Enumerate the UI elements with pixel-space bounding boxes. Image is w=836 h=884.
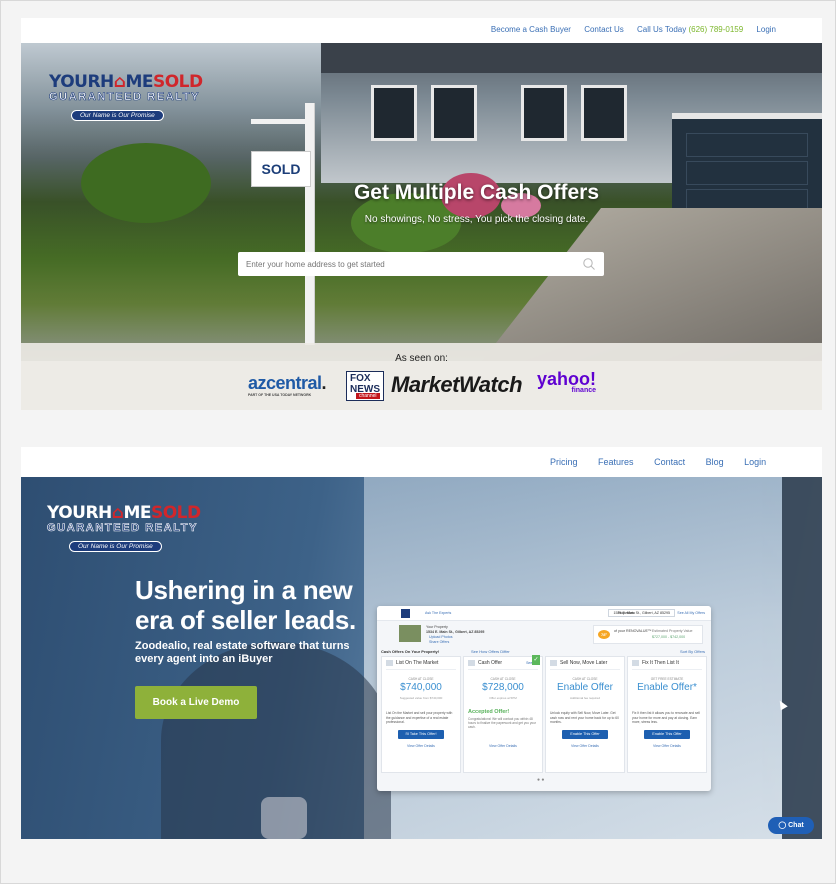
see-all-offers-link[interactable]: See All My Offers	[677, 611, 705, 615]
nav-call-us[interactable]: Call Us Today (626) 789-0159	[637, 25, 743, 34]
value-box: 78° of your RENOVALUE™ Estimated Propert…	[593, 625, 703, 644]
nav-blog[interactable]: Blog	[706, 457, 724, 467]
dashboard-logo	[401, 609, 410, 618]
view-offer-details-link[interactable]: View Offer Details	[464, 744, 542, 748]
share-offers-link[interactable]: Share Offers	[429, 640, 449, 644]
property-info: Your Property 1534 E. Main St., Gilbert,…	[377, 621, 711, 648]
fox-news-logo: FOX NEWS channel	[346, 371, 384, 401]
driveway	[482, 208, 822, 361]
house-o-icon: ⌂	[113, 72, 126, 92]
take-offer-button[interactable]: I'll Take This Offer!	[398, 730, 444, 739]
hero-headline: Get Multiple Cash Offers	[353, 181, 600, 204]
view-offer-details-link[interactable]: View Offer Details	[628, 744, 706, 748]
checkmark-icon: ✓	[532, 655, 540, 665]
zoodealio-site: Pricing Features Contact Blog Login YOUR…	[21, 447, 822, 839]
address-search-box	[238, 252, 604, 276]
nav-pricing[interactable]: Pricing	[550, 457, 578, 467]
chat-button[interactable]: ◯ Chat	[768, 817, 814, 834]
yahoo-finance-logo: yahoo! finance	[537, 369, 597, 394]
property-thumbnail	[399, 625, 421, 642]
hero-banner-2: YOURH⌂MESOLD GUARANTEED REALTY Our Name …	[21, 477, 822, 839]
enable-offer-button[interactable]: Enable This Offer	[562, 730, 608, 739]
site-logo-2[interactable]: YOURH⌂MESOLD GUARANTEED REALTY Our Name …	[47, 504, 207, 553]
nav-features[interactable]: Features	[598, 457, 634, 467]
azcentral-logo: azcentral. PART OF THE USA TODAY NETWORK	[248, 373, 327, 397]
hero-banner: SOLD YOURH⌂MESOLD GUARANTEED REALTY Our …	[21, 43, 822, 361]
nav-contact[interactable]: Contact	[654, 457, 685, 467]
nav-login[interactable]: Login	[756, 25, 776, 34]
hero-subheadline: No showings, No stress, You pick the clo…	[364, 214, 589, 225]
see-how-offers-differ-link[interactable]: See How Offers Differ	[471, 649, 510, 654]
enable-offer-button[interactable]: Enable This Offer	[644, 730, 690, 739]
carousel-dots[interactable]: ● ●	[537, 777, 544, 783]
address-input[interactable]	[238, 252, 584, 276]
marketwatch-logo: MarketWatch	[391, 372, 523, 397]
press-strip: As seen on: azcentral. PART OF THE USA TO…	[21, 343, 822, 410]
view-offer-details-link[interactable]: View Offer Details	[382, 744, 460, 748]
call-label: Call Us Today	[637, 25, 687, 34]
agent-link[interactable]: Ask The Experts	[425, 611, 451, 615]
dashboard-header: Ask The Experts Properties: 1534 E. Main…	[377, 606, 711, 621]
offer-cards: List On The Market CASH AT CLOSE $740,00…	[381, 655, 707, 776]
house-o-icon: ⌂	[111, 503, 124, 523]
cash-offers-site: Become a Cash Buyer Contact Us Call Us T…	[21, 18, 822, 410]
phone-number[interactable]: (626) 789-0159	[688, 25, 743, 34]
search-icon[interactable]	[582, 257, 596, 271]
sort-offers-link[interactable]: Sort By Offers	[680, 649, 705, 654]
upload-photos-link[interactable]: Upload Photos	[429, 635, 453, 639]
hero-subheadline-2: Zoodealio, real estate software that tur…	[135, 640, 350, 665]
dashboard-preview: Ask The Experts Properties: 1534 E. Main…	[377, 606, 711, 791]
offer-card-cash: Cash Offer See All ✓ CASH AT CLOSE $728,…	[463, 655, 543, 773]
offer-card-list: List On The Market CASH AT CLOSE $740,00…	[381, 656, 461, 773]
nav-contact-us[interactable]: Contact Us	[584, 25, 624, 34]
top-nav: Become a Cash Buyer Contact Us Call Us T…	[21, 18, 822, 43]
site-logo[interactable]: YOURH⌂MESOLD GUARANTEED REALTY Our Name …	[49, 73, 204, 122]
coffee-cup	[261, 797, 307, 839]
offer-card-sell-now: Sell Now, Move Later CASH AT CLOSE Enabl…	[545, 656, 625, 773]
offer-card-fix-list: Fix It Then List It GET FREE ESTIMATE En…	[627, 656, 707, 773]
top-nav-2: Pricing Features Contact Blog Login	[21, 447, 822, 477]
view-offer-details-link[interactable]: View Offer Details	[546, 744, 624, 748]
nav-login-2[interactable]: Login	[744, 457, 766, 467]
hero-headline-2: Ushering in a new era of seller leads.	[135, 575, 356, 635]
property-select[interactable]: 1534 E. Main St., Gilbert, AZ 85295	[608, 609, 675, 617]
nav-become-cash-buyer[interactable]: Become a Cash Buyer	[491, 25, 571, 34]
book-demo-button[interactable]: Book a Live Demo	[135, 686, 257, 719]
as-seen-on-label: As seen on:	[395, 353, 448, 364]
